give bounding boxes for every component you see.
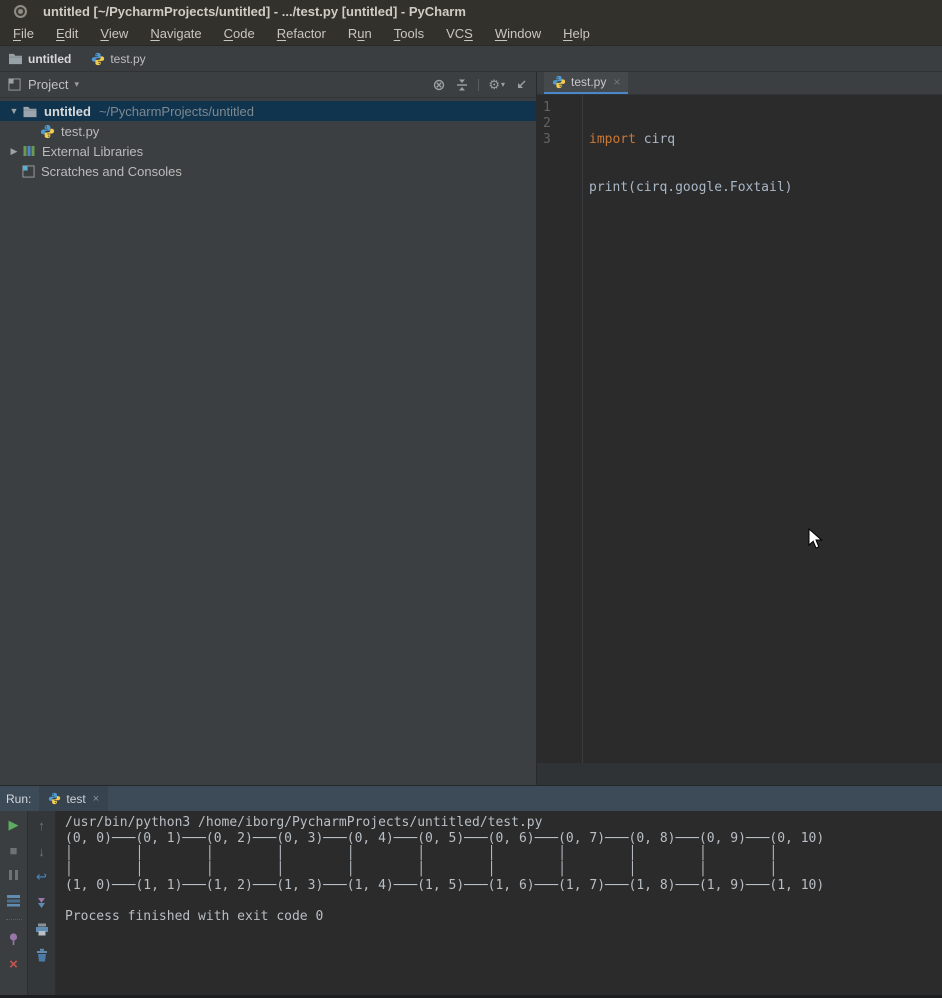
run-tab-label: test	[66, 791, 86, 806]
python-file-icon	[40, 124, 55, 139]
scratches-icon	[22, 164, 35, 178]
libraries-icon	[22, 144, 36, 158]
editor-pane: test.py × 1 2 3 import cirq print(cirq.g…	[537, 72, 942, 785]
down-stacktrace-icon[interactable]: ↓	[34, 843, 50, 859]
stop-button[interactable]: ■	[6, 842, 22, 858]
line-number: 1	[543, 100, 551, 115]
editor-tab-testpy[interactable]: test.py ×	[544, 72, 629, 94]
python-file-icon	[552, 75, 566, 89]
close-run-button[interactable]: ×	[6, 956, 22, 973]
mouse-cursor	[808, 527, 823, 555]
tree-item-untitled[interactable]: ▼ untitled ~/PycharmProjects/untitled	[0, 101, 536, 121]
menu-file[interactable]: File	[2, 23, 45, 44]
menu-view[interactable]: View	[89, 23, 139, 44]
folder-icon	[22, 105, 38, 118]
toolbar-separator	[5, 919, 22, 920]
tree-item-external-libraries[interactable]: ▶ External Libraries	[0, 141, 536, 161]
console-toolbar: ↑ ↓ ↩	[28, 811, 56, 995]
pause-output-button[interactable]	[6, 867, 22, 883]
window-menu-icon[interactable]	[14, 4, 27, 18]
line-number: 3	[543, 132, 551, 147]
run-panel-header: Run: test ×	[0, 786, 942, 811]
rerun-button[interactable]: ▶	[6, 817, 22, 833]
editor-tabbar: test.py ×	[537, 72, 942, 95]
tree-item-testpy[interactable]: test.py	[0, 121, 536, 141]
soft-wrap-icon[interactable]: ↩	[34, 869, 50, 885]
menu-tools[interactable]: Tools	[383, 23, 435, 44]
menubar: File Edit View Navigate Code Refactor Run Tools…	[0, 22, 942, 46]
pin-tab-icon[interactable]	[6, 931, 22, 947]
up-stacktrace-icon[interactable]: ↑	[34, 817, 50, 833]
menu-navigate[interactable]: Navigate	[139, 23, 212, 44]
code-line-2: print(cirq.google.Foxtail)	[589, 180, 793, 195]
run-panel-title[interactable]: Run:	[0, 786, 39, 811]
project-panel: Project ▾ ⚙ ▾ ▼ untitled ~/PycharmProjec…	[0, 72, 537, 785]
gear-icon[interactable]: ⚙ ▾	[488, 77, 505, 93]
run-panel-body: ▶ ■ × ↑ ↓ ↩ /usr/bin/python3 /home/iborg…	[0, 811, 942, 995]
scroll-to-end-icon[interactable]	[34, 895, 50, 911]
menu-run[interactable]: Run	[337, 23, 383, 44]
run-panel: Run: test × ▶ ■ × ↑ ↓ ↩ /usr/bin/python3…	[0, 785, 942, 998]
project-path: ~/PycharmProjects/untitled	[98, 103, 254, 119]
breadcrumb: untitled test.py	[0, 46, 942, 72]
close-icon[interactable]: ×	[93, 793, 99, 805]
menu-edit[interactable]: Edit	[45, 23, 89, 44]
python-file-icon	[91, 52, 105, 66]
menu-code[interactable]: Code	[213, 23, 266, 44]
project-toolwindow-icon	[8, 78, 21, 91]
folder-icon	[8, 52, 23, 65]
code-line-1: import cirq	[589, 132, 676, 147]
code-area[interactable]: import cirq print(cirq.google.Foxtail)	[583, 95, 793, 785]
tree-item-scratches[interactable]: Scratches and Consoles	[0, 161, 536, 181]
editor-tab-label: test.py	[571, 75, 607, 89]
titlebar: untitled [~/PycharmProjects/untitled] - …	[0, 0, 942, 22]
hide-panel-icon[interactable]	[514, 78, 528, 92]
console-output: /usr/bin/python3 /home/iborg/PycharmProj…	[65, 815, 825, 925]
chevron-down-icon[interactable]: ▼	[6, 106, 22, 116]
run-console[interactable]: /usr/bin/python3 /home/iborg/PycharmProj…	[56, 811, 942, 995]
editor-bottom-strip	[537, 763, 942, 785]
python-file-icon	[48, 792, 61, 805]
run-toolbar: ▶ ■ ×	[0, 811, 28, 995]
window-title: untitled [~/PycharmProjects/untitled] - …	[43, 3, 466, 19]
project-tree: ▼ untitled ~/PycharmProjects/untitled te…	[0, 98, 536, 181]
clear-console-icon[interactable]	[34, 947, 50, 963]
line-number: 2	[543, 116, 551, 131]
menu-refactor[interactable]: Refactor	[266, 23, 337, 44]
breadcrumb-project[interactable]: untitled	[8, 52, 71, 66]
run-tab-test[interactable]: test ×	[39, 786, 109, 811]
editor-gutter: 1 2 3	[537, 95, 583, 785]
menu-window[interactable]: Window	[484, 23, 552, 44]
menu-vcs[interactable]: VCS	[435, 23, 484, 44]
collapse-all-icon[interactable]	[455, 78, 469, 92]
chevron-right-icon[interactable]: ▶	[6, 146, 22, 157]
close-icon[interactable]: ×	[613, 75, 620, 89]
toolbar-separator	[478, 78, 480, 91]
restore-layout-icon[interactable]	[6, 892, 22, 908]
menu-help[interactable]: Help	[552, 23, 601, 44]
locate-file-icon[interactable]	[432, 78, 446, 92]
print-icon[interactable]	[34, 921, 50, 937]
project-view-caret-icon[interactable]: ▾	[74, 79, 79, 90]
breadcrumb-file[interactable]: test.py	[91, 52, 146, 66]
project-panel-title[interactable]: Project	[28, 77, 68, 92]
editor-body[interactable]: 1 2 3 import cirq print(cirq.google.Foxt…	[537, 95, 942, 785]
pycharm-window: untitled [~/PycharmProjects/untitled] - …	[0, 0, 942, 998]
project-panel-header: Project ▾ ⚙ ▾	[0, 72, 536, 98]
main-area: Project ▾ ⚙ ▾ ▼ untitled ~/PycharmProjec…	[0, 72, 942, 785]
